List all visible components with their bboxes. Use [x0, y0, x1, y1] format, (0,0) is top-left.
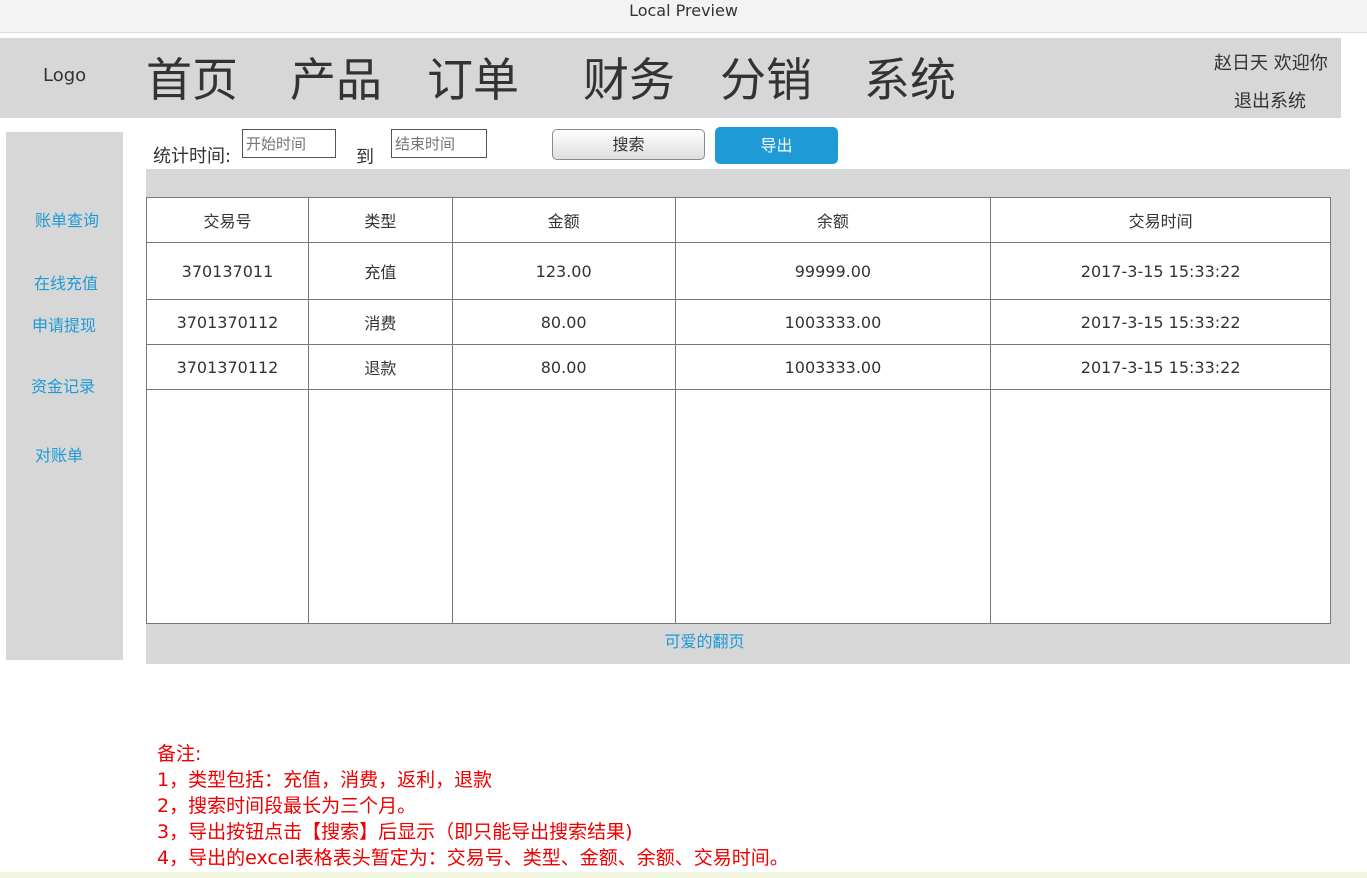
- end-date-input[interactable]: [391, 129, 487, 158]
- nav-products[interactable]: 产品: [290, 52, 382, 108]
- cell-time: 2017-3-15 15:33:22: [990, 344, 1331, 391]
- cell-time: 2017-3-15 15:33:22: [990, 299, 1331, 346]
- empty-cell: [146, 389, 309, 624]
- cell-type: 充值: [307, 242, 453, 301]
- column-header: 交易时间: [990, 196, 1331, 244]
- bottom-strip: [0, 872, 1367, 878]
- cell-time: 2017-3-15 15:33:22: [990, 242, 1331, 301]
- nav-orders[interactable]: 订单: [427, 52, 519, 108]
- sidebar-item-bill-query[interactable]: 账单查询: [35, 207, 99, 231]
- empty-cell: [674, 389, 992, 624]
- notes-block: 备注: 1，类型包括：充值，消费，返利，退款 2，搜索时间段最长为三个月。 3，…: [157, 741, 789, 871]
- note-line: 2，搜索时间段最长为三个月。: [157, 795, 417, 817]
- note-line: 1，类型包括：充值，消费，返利，退款: [157, 769, 493, 791]
- nav-distribution[interactable]: 分销: [720, 52, 812, 108]
- logout-link[interactable]: 退出系统: [1234, 87, 1306, 113]
- cell-type: 消费: [307, 299, 453, 346]
- empty-cell: [451, 389, 676, 624]
- nav-system[interactable]: 系统: [864, 52, 956, 108]
- cell-type: 退款: [307, 344, 453, 391]
- export-button[interactable]: 导出: [715, 127, 838, 164]
- to-label: 到: [356, 147, 374, 168]
- nav-home[interactable]: 首页: [146, 52, 238, 108]
- column-header: 交易号: [146, 196, 309, 244]
- start-date-input[interactable]: [242, 129, 336, 158]
- empty-cell: [990, 389, 1331, 624]
- cell-transaction-id: 3701370112: [146, 344, 309, 391]
- nav-finance[interactable]: 财务: [583, 52, 675, 108]
- search-button[interactable]: 搜索: [552, 129, 705, 160]
- cell-transaction-id: 3701370112: [146, 299, 309, 346]
- notes-title: 备注:: [157, 743, 202, 765]
- window-title: Local Preview: [629, 1, 738, 20]
- cell-balance: 99999.00: [674, 242, 992, 301]
- column-header: 类型: [307, 196, 453, 244]
- table-row: 3701370112 退款 80.00 1003333.00 2017-3-15…: [146, 344, 1331, 391]
- sidebar-item-fund-records[interactable]: 资金记录: [31, 373, 95, 397]
- cell-amount: 80.00: [451, 299, 676, 346]
- logo: Logo: [43, 65, 87, 86]
- filter-time-label: 统计时间:: [153, 146, 232, 167]
- cell-amount: 80.00: [451, 344, 676, 391]
- cell-amount: 123.00: [451, 242, 676, 301]
- column-header: 金额: [451, 196, 676, 244]
- window-titlebar: Local Preview: [0, 0, 1367, 33]
- cell-balance: 1003333.00: [674, 299, 992, 346]
- user-greeting: 赵日天 欢迎你: [1214, 53, 1328, 74]
- empty-cell: [307, 389, 453, 624]
- table-row: 3701370112 消费 80.00 1003333.00 2017-3-15…: [146, 299, 1331, 346]
- transactions-table: 交易号 类型 金额 余额 交易时间 370137011 充值 123.00 99…: [146, 196, 1331, 624]
- table-header-row: 交易号 类型 金额 余额 交易时间: [146, 196, 1331, 244]
- table-row: 370137011 充值 123.00 99999.00 2017-3-15 1…: [146, 242, 1331, 301]
- top-header: Logo 首页 产品 订单 财务 分销 系统 赵日天 欢迎你 退出系统: [0, 38, 1341, 118]
- pagination-link[interactable]: 可爱的翻页: [146, 628, 1263, 652]
- cell-transaction-id: 370137011: [146, 242, 309, 301]
- sidebar-item-online-recharge[interactable]: 在线充值: [34, 270, 98, 294]
- table-empty-row: [146, 389, 1331, 624]
- column-header: 余额: [674, 196, 992, 244]
- sidebar-item-statement[interactable]: 对账单: [35, 442, 83, 466]
- sidebar-item-withdraw[interactable]: 申请提现: [32, 312, 96, 336]
- cell-balance: 1003333.00: [674, 344, 992, 391]
- sidebar: 账单查询 在线充值 申请提现 资金记录 对账单: [6, 132, 123, 660]
- note-line: 3，导出按钮点击【搜索】后显示（即只能导出搜索结果): [157, 821, 633, 843]
- note-line: 4，导出的excel表格表头暂定为：交易号、类型、金额、余额、交易时间。: [157, 847, 789, 869]
